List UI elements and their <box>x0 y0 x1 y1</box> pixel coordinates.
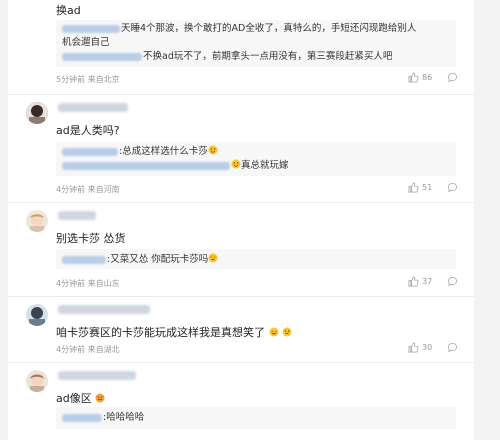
comment-meta: 4分钟前 来自湖北 <box>56 344 120 355</box>
comment-time: 4分钟前 <box>56 345 86 354</box>
like-count: 86 <box>422 73 433 82</box>
comment-text-content: ad像区 <box>56 392 92 405</box>
comment-location: 来自湖北 <box>87 345 120 354</box>
username[interactable] <box>58 211 96 220</box>
reply-text: 机会遛自己 <box>62 37 110 48</box>
avatar-image <box>26 304 48 326</box>
reply-text: :总成这样选什么卡莎 <box>119 146 208 157</box>
reply-username[interactable] <box>62 161 230 170</box>
emoji-icon <box>95 393 105 403</box>
comment-location: 来自北京 <box>87 75 120 84</box>
reply-username[interactable] <box>62 255 106 264</box>
comment-time: 4分钟前 <box>56 185 86 194</box>
reply-text: :哈哈哈哈 <box>103 412 145 423</box>
emoji-icon <box>269 327 278 337</box>
reply-username[interactable] <box>62 24 120 33</box>
comment-time: 5分钟前 <box>56 75 86 84</box>
like-button[interactable]: 51 <box>408 182 432 193</box>
like-button[interactable]: 86 <box>408 72 432 83</box>
like-count: 37 <box>422 277 433 286</box>
reply-username[interactable] <box>62 413 102 422</box>
comment-actions: 51 <box>408 182 470 195</box>
comment-item: 换ad 天睡4个那波，换个敢打的AD全收了，真特么的，手短还闪现跑给别人 机会遛… <box>8 0 474 95</box>
comment-text: ad是人类吗? <box>56 124 120 137</box>
avatar-image <box>26 370 48 392</box>
comment-text: 咱卡莎赛区的卡莎能玩成这样我是真想笑了 <box>56 324 292 340</box>
avatar[interactable] <box>26 102 48 124</box>
avatar[interactable] <box>26 304 48 326</box>
reply-box: :又菜又怂 你配玩卡莎吗 <box>56 249 456 269</box>
emoji-icon <box>208 253 218 263</box>
reply-item[interactable]: :总成这样选什么卡莎 <box>62 145 218 158</box>
comment-location: 来自河南 <box>87 185 120 194</box>
comment-time: 4分钟前 <box>56 279 86 288</box>
comment-actions: 30 <box>408 342 470 355</box>
emoji-icon <box>231 159 241 169</box>
avatar-image <box>26 102 48 124</box>
like-button[interactable]: 37 <box>408 276 432 287</box>
reply-text: 不换ad玩不了，前期拿头一点用没有，第三赛段赶紧买人吧 <box>143 51 393 62</box>
like-icon <box>408 276 419 287</box>
reply-text: :又菜又怂 你配玩卡莎吗 <box>107 254 209 265</box>
reply-item[interactable]: 天睡4个那波，换个敢打的AD全收了，真特么的，手短还闪现跑给别人 <box>62 23 416 35</box>
comment-text: 别选卡莎 怂货 <box>56 232 126 245</box>
comment-list: 换ad 天睡4个那波，换个敢打的AD全收了，真特么的，手短还闪现跑给别人 机会遛… <box>8 0 474 440</box>
reply-box: 天睡4个那波，换个敢打的AD全收了，真特么的，手短还闪现跑给别人 机会遛自己 不… <box>56 20 456 67</box>
reply-text: 真总就玩嫁 <box>241 160 289 171</box>
avatar[interactable] <box>26 210 48 232</box>
comment-meta: 4分钟前 来自山东 <box>56 278 120 289</box>
emoji-icon <box>208 145 218 155</box>
like-button[interactable]: 30 <box>408 342 432 353</box>
avatar[interactable] <box>26 370 48 392</box>
reply-username[interactable] <box>62 52 142 61</box>
like-icon <box>408 72 419 83</box>
comment-meta: 4分钟前 来自河南 <box>56 184 120 195</box>
comment-text: 换ad <box>56 4 81 17</box>
comment-item: 别选卡莎 怂货 :又菜又怂 你配玩卡莎吗 4分钟前 来自山东 37 <box>8 202 474 297</box>
avatar-image <box>26 210 48 232</box>
comment-actions: 86 <box>408 72 470 85</box>
comment-icon <box>447 72 457 83</box>
comment-meta: 5分钟前 来自北京 <box>56 74 120 85</box>
like-count: 51 <box>422 183 433 192</box>
page-gutter-right <box>474 0 500 440</box>
comment-item: ad是人类吗? :总成这样选什么卡莎 真总就玩嫁 4分钟前 来自河南 51 <box>8 94 474 203</box>
reply-item: 机会遛自己 <box>62 37 110 49</box>
reply-button[interactable] <box>447 72 458 83</box>
username[interactable] <box>58 305 150 314</box>
emoji-icon <box>282 327 292 337</box>
like-icon <box>408 182 419 193</box>
reply-item[interactable]: 真总就玩嫁 <box>62 159 289 172</box>
comment-item: ad像区 :哈哈哈哈 <box>8 362 474 440</box>
username[interactable] <box>58 371 136 380</box>
comment-item: 咱卡莎赛区的卡莎能玩成这样我是真想笑了 4分钟前 来自湖北 30 <box>8 296 474 363</box>
reply-item[interactable]: :哈哈哈哈 <box>62 412 144 424</box>
reply-box: :总成这样选什么卡莎 真总就玩嫁 <box>56 142 456 176</box>
username[interactable] <box>58 103 128 112</box>
reply-button[interactable] <box>447 342 458 353</box>
reply-box: :哈哈哈哈 <box>56 407 456 429</box>
reply-item[interactable]: 不换ad玩不了，前期拿头一点用没有，第三赛段赶紧买人吧 <box>62 51 392 63</box>
comment-text: ad像区 <box>56 390 105 406</box>
comment-icon <box>447 276 457 287</box>
reply-button[interactable] <box>447 276 458 287</box>
page-gutter-left <box>0 0 8 440</box>
comment-text-content: 咱卡莎赛区的卡莎能玩成这样我是真想笑了 <box>56 326 265 339</box>
like-count: 30 <box>422 343 433 352</box>
reply-text: 天睡4个那波，换个敢打的AD全收了，真特么的，手短还闪现跑给别人 <box>121 23 417 34</box>
like-icon <box>408 342 419 353</box>
reply-button[interactable] <box>447 182 458 193</box>
reply-username[interactable] <box>62 147 118 156</box>
comment-icon <box>447 182 457 193</box>
comment-actions: 37 <box>408 276 470 289</box>
comment-icon <box>447 342 457 353</box>
comment-location: 来自山东 <box>87 279 120 288</box>
comment-feed-window: 换ad 天睡4个那波，换个敢打的AD全收了，真特么的，手短还闪现跑给别人 机会遛… <box>0 0 500 440</box>
reply-item[interactable]: :又菜又怂 你配玩卡莎吗 <box>62 253 218 266</box>
